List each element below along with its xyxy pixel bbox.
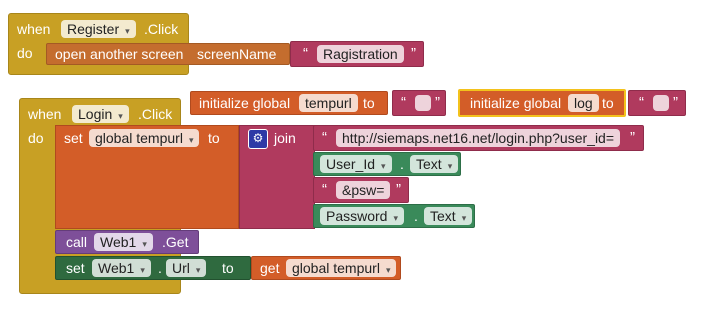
- get-global-tempurl-block[interactable]: get global tempurl ▾: [251, 256, 401, 280]
- tempurl-empty-text-block[interactable]: “ ”: [392, 90, 446, 116]
- chevron-down-icon: ▾: [393, 213, 398, 223]
- psw-text-block[interactable]: “ &psw= ”: [313, 177, 409, 203]
- close-quote: ”: [396, 181, 401, 198]
- to-label: to: [222, 260, 234, 276]
- chevron-down-icon: ▾: [381, 161, 386, 171]
- chevron-down-icon: ▾: [125, 26, 130, 36]
- call-web1-get-block[interactable]: call Web1 ▾ .Get: [55, 230, 199, 254]
- get-method-label: .Get: [162, 234, 189, 250]
- url-text-value[interactable]: http://siemaps.net16.net/login.php?user_…: [336, 129, 621, 147]
- get-label: get: [260, 260, 280, 276]
- init-global-log-block[interactable]: initialize global log to: [458, 89, 626, 117]
- register-component-dropdown[interactable]: Register ▾: [61, 20, 136, 38]
- init-global-label: initialize global: [470, 95, 562, 111]
- register-component-name: Register: [67, 21, 120, 37]
- join-block[interactable]: ⚙ join: [239, 125, 315, 229]
- close-quote: ”: [411, 45, 416, 62]
- password-property-dropdown[interactable]: Text ▾: [424, 207, 473, 225]
- dot-separator: .: [400, 156, 404, 172]
- when-label: when: [17, 21, 51, 37]
- password-property-name: Text: [430, 208, 456, 224]
- click-event-label: .Click: [138, 106, 173, 122]
- password-component-dropdown[interactable]: Password ▾: [320, 207, 404, 225]
- do-label: do: [28, 130, 44, 146]
- log-text-value[interactable]: [653, 95, 669, 111]
- call-label: call: [66, 234, 88, 250]
- get-variable-dropdown[interactable]: global tempurl ▾: [286, 259, 397, 277]
- user-id-component-dropdown[interactable]: User_Id ▾: [320, 155, 392, 173]
- to-label: to: [363, 95, 375, 111]
- open-quote: “: [303, 45, 308, 62]
- click-event-label: .Click: [144, 21, 179, 37]
- screen-name-text-value[interactable]: Ragistration: [317, 45, 404, 63]
- global-variable-dropdown[interactable]: global tempurl ▾: [89, 129, 200, 147]
- chevron-down-icon: ▾: [188, 135, 194, 145]
- set-web1-url-block[interactable]: set Web1 ▾ . Url ▾ to: [55, 256, 251, 280]
- user-id-text-getter[interactable]: User_Id ▾ . Text ▾: [313, 152, 461, 176]
- global-tempurl-name[interactable]: tempurl: [299, 94, 358, 112]
- chevron-down-icon: ▾: [447, 161, 453, 171]
- global-variable-name: global tempurl: [95, 130, 183, 146]
- web1-component-name: Web1: [98, 260, 135, 276]
- set-label: set: [66, 260, 85, 276]
- chevron-down-icon: ▾: [142, 239, 147, 249]
- join-label: join: [274, 130, 296, 146]
- to-label: to: [602, 95, 614, 111]
- chevron-down-icon: ▾: [118, 111, 123, 121]
- web1-component-dropdown[interactable]: Web1 ▾: [92, 259, 151, 277]
- close-quote: ”: [630, 129, 635, 146]
- open-quote: “: [639, 94, 644, 111]
- url-text-block[interactable]: “ http://siemaps.net16.net/login.php?use…: [313, 125, 644, 151]
- when-label: when: [28, 106, 62, 122]
- get-variable-name: global tempurl: [292, 260, 380, 276]
- open-quote: “: [401, 94, 406, 111]
- to-label: to: [208, 130, 220, 146]
- open-screen-label: open another screen: [55, 46, 184, 62]
- set-label: set: [64, 130, 83, 146]
- psw-text-value[interactable]: &psw=: [336, 181, 391, 199]
- do-label: do: [17, 45, 33, 61]
- chevron-down-icon: ▾: [140, 265, 145, 275]
- init-global-label: initialize global: [199, 95, 291, 111]
- chevron-down-icon: ▾: [195, 265, 201, 275]
- dot-separator: .: [414, 208, 418, 224]
- url-property-name: Url: [172, 260, 190, 276]
- login-component-name: Login: [78, 106, 113, 122]
- tempurl-text-value[interactable]: [415, 95, 431, 111]
- web1-component-dropdown[interactable]: Web1 ▾: [94, 233, 153, 251]
- url-property-dropdown[interactable]: Url ▾: [166, 259, 207, 277]
- open-another-screen-block[interactable]: open another screen screenName: [46, 43, 290, 65]
- user-id-property-dropdown[interactable]: Text ▾: [410, 155, 459, 173]
- user-id-component-name: User_Id: [326, 156, 376, 172]
- chevron-down-icon: ▾: [385, 265, 391, 275]
- user-id-property-name: Text: [416, 156, 442, 172]
- open-quote: “: [322, 181, 327, 198]
- login-component-dropdown[interactable]: Login ▾: [72, 105, 129, 123]
- password-text-getter[interactable]: Password ▾ . Text ▾: [313, 204, 475, 228]
- global-log-name[interactable]: log: [568, 94, 599, 112]
- set-global-tempurl-block[interactable]: set global tempurl ▾ to: [55, 125, 239, 229]
- web1-component-name: Web1: [100, 234, 137, 250]
- screen-name-text-block[interactable]: “ Ragistration ”: [290, 41, 424, 67]
- close-quote: ”: [673, 94, 678, 111]
- close-quote: ”: [435, 94, 440, 111]
- gear-icon[interactable]: ⚙: [248, 129, 268, 149]
- screen-name-label: screenName: [197, 46, 277, 62]
- log-empty-text-block[interactable]: “ ”: [628, 90, 686, 116]
- open-quote: “: [322, 129, 327, 146]
- dot-separator: .: [158, 260, 162, 276]
- password-component-name: Password: [326, 208, 388, 224]
- chevron-down-icon: ▾: [461, 213, 467, 223]
- init-global-tempurl-block[interactable]: initialize global tempurl to: [190, 91, 388, 115]
